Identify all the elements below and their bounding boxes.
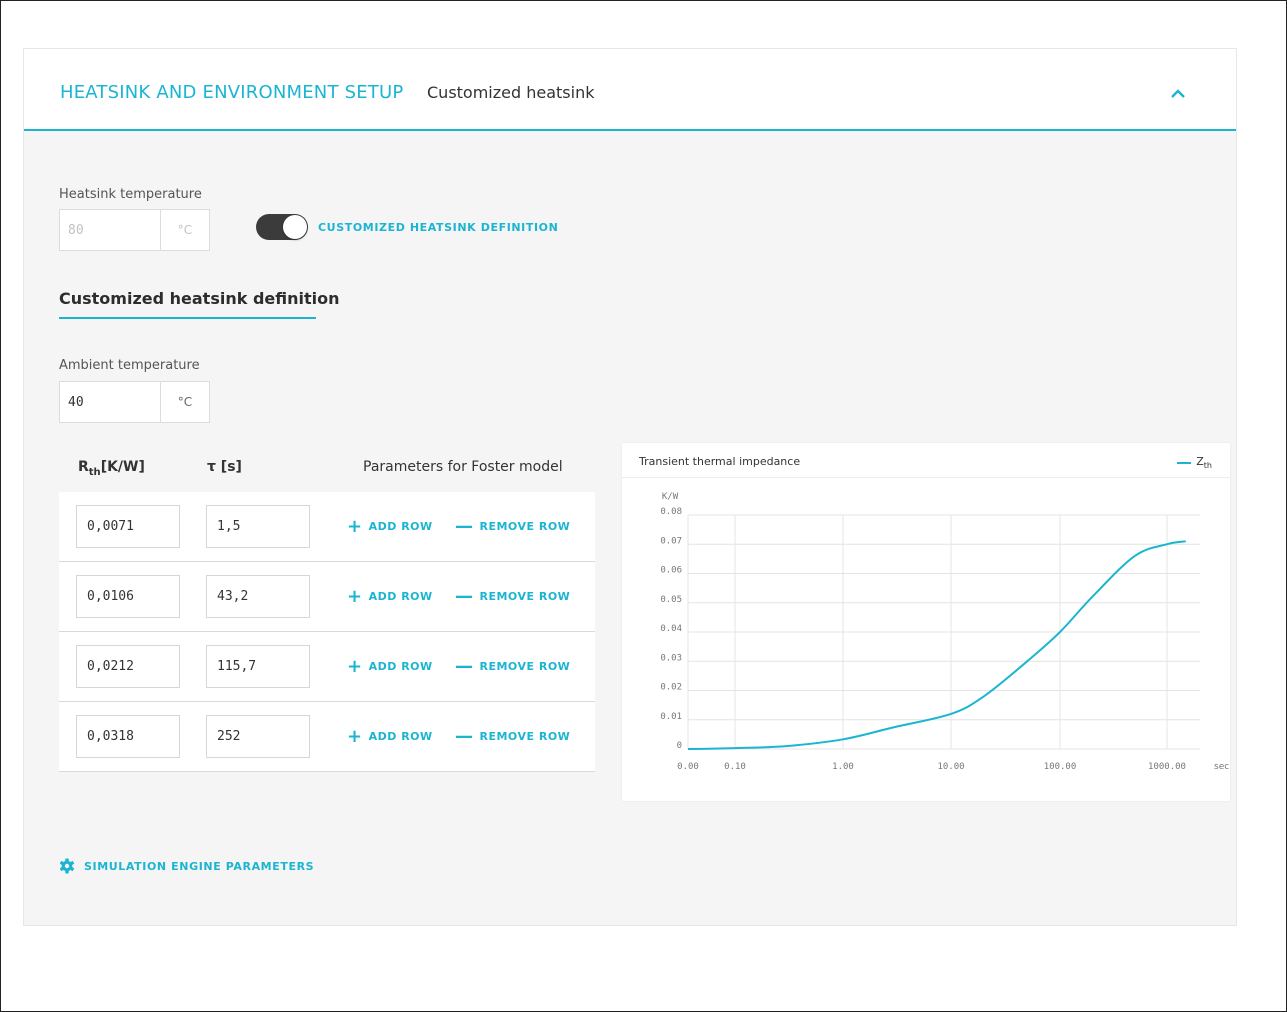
thermal-impedance-chart-card: Transient thermal impedance Zth 0 0.01 0.0… [622, 443, 1230, 801]
remove-row-button[interactable]: — REMOVE ROW [455, 725, 571, 747]
remove-row-button[interactable]: — REMOVE ROW [455, 515, 571, 537]
rth-input[interactable]: 0,0071 [76, 505, 180, 548]
x-tick-label: 1.00 [832, 762, 854, 772]
ambient-temperature-unit: °C [177, 395, 193, 409]
add-row-button[interactable]: + ADD ROW [347, 585, 433, 607]
chart-divider [622, 477, 1230, 478]
tau-input[interactable]: 252 [206, 715, 310, 758]
customized-heatsink-toggle-label[interactable]: CUSTOMIZED HEATSINK DEFINITION [318, 221, 558, 234]
heatsink-temperature-field: 80 °C [59, 209, 210, 251]
y-tick-label: 0.01 [660, 712, 682, 722]
section-title: Customized heatsink definition [59, 289, 340, 308]
legend-sub: th [1203, 461, 1212, 471]
y-tick-label: 0.02 [660, 683, 682, 693]
plus-icon: + [347, 585, 363, 607]
minus-icon: — [455, 585, 474, 607]
zth-line-chart: 0 0.01 0.02 0.03 0.04 0.05 0.06 0.07 0.08 0.00 0.1… [660, 492, 1229, 772]
rth-input[interactable]: 0,0212 [76, 645, 180, 688]
remove-row-button[interactable]: — REMOVE ROW [455, 655, 571, 677]
tau-column-header: τ [s] [207, 459, 242, 475]
rth-input[interactable]: 0,0318 [76, 715, 180, 758]
table-row: 0,0212 115,7 + ADD ROW — REMOVE ROW [59, 632, 595, 702]
rth-symbol: R [78, 459, 89, 475]
ambient-temperature-label: Ambient temperature [59, 358, 200, 373]
foster-model-header: Parameters for Foster model [363, 459, 563, 475]
section-underline [59, 317, 316, 319]
remove-row-label: REMOVE ROW [479, 660, 571, 673]
ambient-temperature-input[interactable]: 40 [60, 382, 161, 422]
panel-header[interactable]: HEATSINK AND ENVIRONMENT SETUP Customize… [24, 49, 1236, 131]
collapse-button[interactable] [1164, 79, 1192, 107]
y-tick-label: 0.07 [660, 536, 682, 546]
table-row: 0,0106 43,2 + ADD ROW — REMOVE ROW [59, 562, 595, 632]
add-row-label: ADD ROW [368, 590, 433, 603]
y-tick-label: 0.06 [660, 566, 682, 576]
heatsink-setup-panel: HEATSINK AND ENVIRONMENT SETUP Customize… [23, 48, 1237, 926]
tau-input[interactable]: 115,7 [206, 645, 310, 688]
remove-row-label: REMOVE ROW [479, 520, 571, 533]
simulation-engine-parameters-label: SIMULATION ENGINE PARAMETERS [84, 859, 315, 873]
tau-input[interactable]: 1,5 [206, 505, 310, 548]
heatsink-temperature-value: 80 [60, 210, 161, 250]
simulation-engine-parameters-button[interactable]: SIMULATION ENGINE PARAMETERS [59, 858, 314, 874]
plus-icon: + [347, 725, 363, 747]
customized-heatsink-toggle[interactable] [256, 214, 308, 240]
plus-icon: + [347, 655, 363, 677]
zth-series-line [687, 540, 1186, 750]
remove-row-button[interactable]: — REMOVE ROW [455, 585, 571, 607]
heatsink-temperature-unit: °C [177, 223, 193, 237]
y-tick-label: 0.04 [660, 624, 682, 634]
legend-main: Z [1196, 455, 1204, 468]
x-tick-label: 0.00 [677, 762, 699, 772]
y-tick-label: 0.08 [660, 507, 682, 517]
rth-unit: [K/W] [100, 459, 145, 475]
x-tick-label: 1000.00 [1148, 762, 1186, 772]
rth-subscript: th [88, 466, 101, 478]
legend-swatch [1177, 461, 1192, 464]
y-tick-label: 0.05 [660, 595, 682, 605]
add-row-label: ADD ROW [368, 730, 433, 743]
add-row-label: ADD ROW [368, 520, 433, 533]
toggle-knob [283, 215, 307, 239]
rth-column-header: Rth[K/W] [78, 459, 145, 478]
foster-parameters-table: Rth[K/W] τ [s] Parameters for Foster mod… [59, 442, 595, 772]
add-row-button[interactable]: + ADD ROW [347, 655, 433, 677]
chart-title: Transient thermal impedance [639, 455, 801, 468]
x-axis-unit-label: sec [1214, 762, 1229, 772]
gear-icon [59, 858, 75, 874]
table-row: 0,0071 1,5 + ADD ROW — REMOVE ROW [59, 492, 595, 562]
x-tick-label: 10.00 [937, 762, 964, 772]
remove-row-label: REMOVE ROW [479, 590, 571, 603]
add-row-button[interactable]: + ADD ROW [347, 515, 433, 537]
panel-subtitle: Customized heatsink [427, 83, 595, 102]
rth-input[interactable]: 0,0106 [76, 575, 180, 618]
plus-icon: + [347, 515, 363, 537]
panel-title: HEATSINK AND ENVIRONMENT SETUP [60, 82, 404, 103]
y-tick-label: 0.03 [660, 653, 682, 663]
ambient-temperature-field: 40 °C [59, 381, 210, 423]
legend-label: Zth [1196, 455, 1212, 470]
minus-icon: — [455, 725, 474, 747]
y-tick-label: 0 [677, 741, 682, 751]
minus-icon: — [455, 655, 474, 677]
x-tick-label: 100.00 [1044, 762, 1077, 772]
table-header: Rth[K/W] τ [s] Parameters for Foster mod… [59, 442, 595, 492]
chevron-up-icon [1171, 88, 1185, 98]
x-tick-label: 0.10 [724, 762, 746, 772]
chart-legend[interactable]: Zth [1177, 455, 1212, 470]
remove-row-label: REMOVE ROW [479, 730, 571, 743]
add-row-button[interactable]: + ADD ROW [347, 725, 433, 747]
table-row: 0,0318 252 + ADD ROW — REMOVE ROW [59, 702, 595, 772]
minus-icon: — [455, 515, 474, 537]
add-row-label: ADD ROW [368, 660, 433, 673]
heatsink-temperature-label: Heatsink temperature [59, 187, 202, 202]
y-axis-unit-label: K/W [662, 492, 679, 502]
tau-input[interactable]: 43,2 [206, 575, 310, 618]
